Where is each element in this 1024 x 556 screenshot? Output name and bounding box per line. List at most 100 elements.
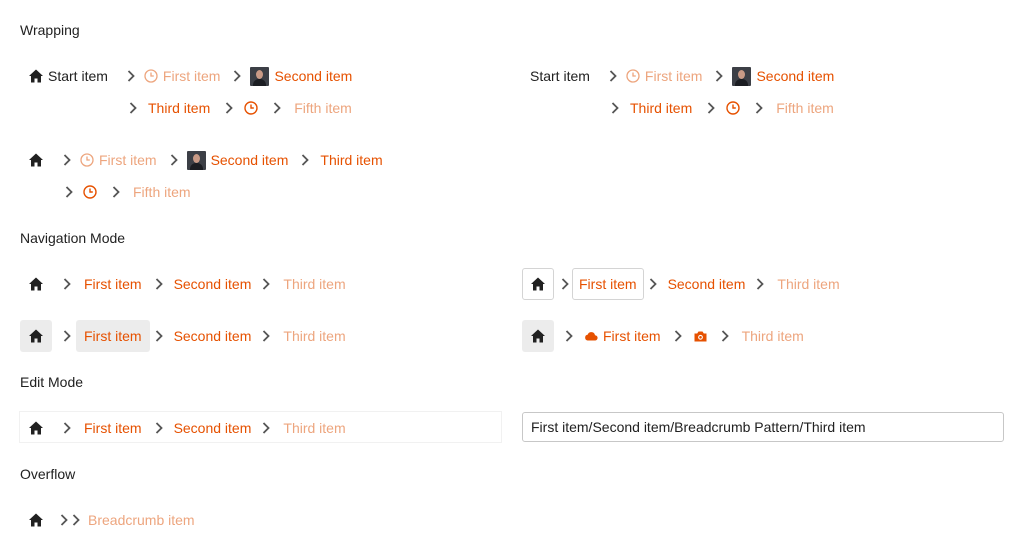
breadcrumb-item-third-current: Third item (741, 328, 804, 344)
breadcrumb-item-current: Breadcrumb item (88, 512, 195, 528)
chevron-right-icon (751, 268, 769, 300)
chevron-right-icon (716, 320, 734, 352)
chevron-right-icon (257, 268, 275, 300)
breadcrumb-item-third[interactable]: Third item (320, 144, 382, 176)
breadcrumb-nav-filled: First item Second item Third item (20, 320, 346, 352)
clock-icon (83, 185, 97, 199)
chevron-right-icon (560, 320, 578, 352)
clock-icon (144, 69, 158, 83)
avatar-image (732, 66, 752, 86)
section-title-navigation-mode: Navigation Mode (20, 230, 126, 246)
breadcrumb-item-start[interactable]: Start item (28, 60, 108, 92)
breadcrumb-label: Start item (48, 68, 108, 84)
breadcrumb-item-fourth[interactable] (726, 92, 740, 124)
chevron-right-icon (60, 176, 78, 208)
chevron-right-icon (257, 320, 275, 352)
breadcrumb-label: First item (162, 68, 221, 84)
chevron-right-icon (257, 412, 275, 444)
home-button[interactable] (522, 268, 554, 300)
breadcrumb-item-first[interactable]: First item (584, 320, 661, 352)
chevron-right-icon (165, 144, 183, 176)
breadcrumb-nav-icons: First item Third item (522, 320, 804, 352)
breadcrumb-item-third-current: Third item (283, 420, 346, 436)
chevron-right-icon (150, 320, 168, 352)
home-icon[interactable] (20, 268, 52, 300)
breadcrumb-item-second[interactable]: Second item (668, 268, 746, 300)
cloud-icon (584, 329, 598, 343)
breadcrumb-item-second[interactable]: Second item (174, 268, 252, 300)
breadcrumb-nav-default: First item Second item Third item (20, 268, 346, 300)
home-icon[interactable] (20, 144, 52, 176)
section-title-overflow: Overflow (20, 466, 76, 482)
breadcrumb-item-second[interactable]: Second item (732, 60, 834, 92)
chevron-right-icon (58, 320, 76, 352)
breadcrumb-item-first[interactable]: First item (144, 60, 221, 92)
breadcrumb-item-start[interactable]: Start item (530, 60, 590, 92)
breadcrumb-item-second[interactable]: Second item (174, 412, 252, 444)
breadcrumb-item-second[interactable]: Second item (174, 320, 252, 352)
breadcrumb-item-fifth[interactable]: Fifth item (776, 92, 834, 124)
breadcrumb-item-first[interactable]: First item (572, 268, 644, 300)
chevron-right-icon (220, 92, 238, 124)
chevron-right-icon (58, 268, 76, 300)
breadcrumb-label: Second item (274, 68, 353, 84)
breadcrumb-nav-focused: First item Second item Third item (522, 268, 840, 300)
breadcrumb-item-third[interactable]: Third item (148, 92, 210, 124)
breadcrumb-item-third-current: Third item (283, 328, 346, 344)
home-icon (530, 276, 546, 292)
chevron-right-icon (122, 60, 140, 92)
chevron-right-icon (58, 504, 70, 536)
chevron-right-icon (710, 60, 728, 92)
chevron-right-icon (669, 320, 687, 352)
breadcrumb-item-second[interactable]: Second item (250, 60, 352, 92)
breadcrumb-path-input[interactable] (522, 412, 1004, 442)
breadcrumb-item-fourth[interactable] (244, 92, 258, 124)
chevron-right-icon (606, 92, 624, 124)
breadcrumb-item-first[interactable]: First item (626, 60, 703, 92)
chevron-right-icon (150, 268, 168, 300)
breadcrumb-item-third-current: Third item (777, 276, 840, 292)
breadcrumb-item-first[interactable]: First item (84, 268, 142, 300)
section-title-wrapping: Wrapping (20, 22, 80, 38)
overflow-chevron-icon[interactable] (70, 504, 82, 536)
breadcrumb-wrap-a-line1: Start item First item Second item (28, 60, 352, 92)
chevron-right-icon (560, 268, 570, 300)
chevron-right-icon (296, 144, 314, 176)
chevron-right-icon (702, 92, 720, 124)
breadcrumb-label: Second item (210, 152, 289, 168)
breadcrumb-item-second[interactable]: Second item (186, 144, 289, 176)
chevron-right-icon (58, 144, 76, 176)
home-icon[interactable] (20, 412, 52, 444)
breadcrumb-item-fourth[interactable] (83, 176, 97, 208)
breadcrumb-item-fifth[interactable]: Fifth item (294, 92, 352, 124)
breadcrumb-item-third-current: Third item (283, 276, 346, 292)
breadcrumb-label: First item (99, 152, 157, 168)
chevron-right-icon (124, 92, 142, 124)
home-icon[interactable] (20, 504, 52, 536)
home-button[interactable] (522, 320, 554, 352)
breadcrumb-wrap-a-line2: Third item Fifth item (124, 92, 352, 124)
breadcrumb-item-second[interactable] (693, 320, 708, 352)
breadcrumb-wrap-b-line2: Third item Fifth item (606, 92, 834, 124)
breadcrumb-wrap-c-line1: First item Second item Third item (20, 144, 383, 176)
home-icon (530, 328, 546, 344)
home-button[interactable] (20, 320, 52, 352)
breadcrumb-item-first[interactable]: First item (80, 144, 157, 176)
chevron-right-icon (750, 92, 768, 124)
breadcrumb-label: Second item (756, 68, 835, 84)
breadcrumb-edit-mode: First item Second item Third item (20, 412, 346, 444)
breadcrumb-label: First item (644, 68, 703, 84)
breadcrumb-item-fifth[interactable]: Fifth item (133, 176, 191, 208)
breadcrumb-overflow: Breadcrumb item (20, 504, 195, 536)
chevron-right-icon (268, 92, 286, 124)
breadcrumb-wrap-b-line1: Start item First item Second item (530, 60, 834, 92)
breadcrumb-label: First item (603, 328, 661, 344)
clock-icon (726, 101, 740, 115)
breadcrumb-item-third[interactable]: Third item (630, 92, 692, 124)
breadcrumb-wrap-c-line2: Fifth item (60, 176, 191, 208)
avatar-image (250, 66, 270, 86)
clock-icon (626, 69, 640, 83)
breadcrumb-item-first[interactable]: First item (76, 320, 150, 352)
chevron-right-icon (644, 268, 662, 300)
breadcrumb-item-first[interactable]: First item (84, 412, 142, 444)
